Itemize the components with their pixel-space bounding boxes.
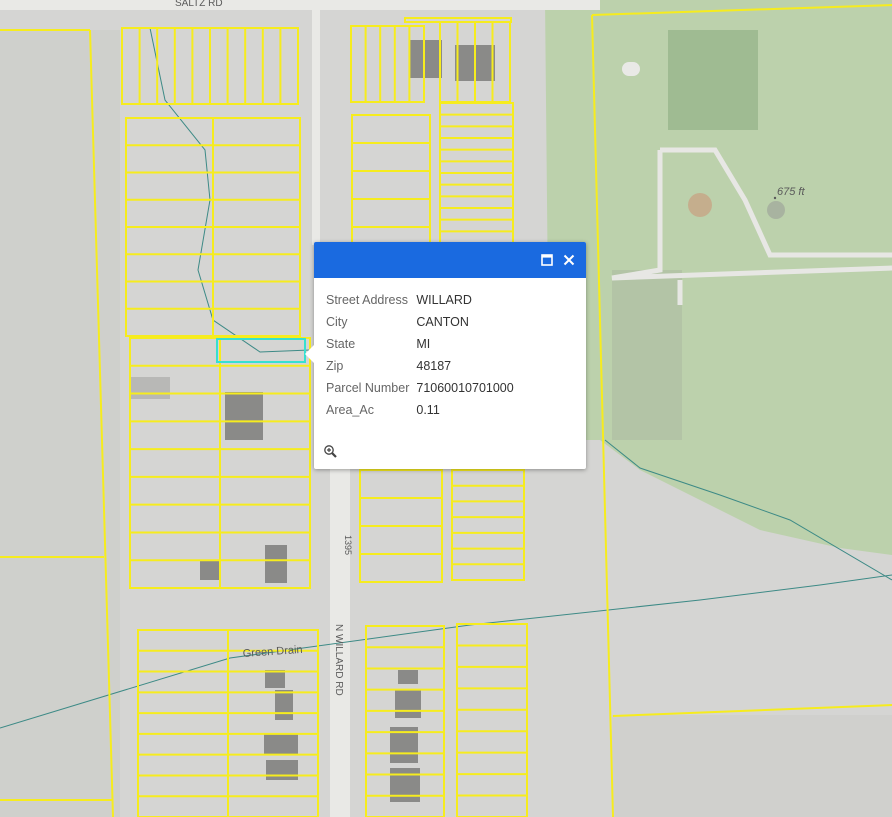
attribute-label: State: [326, 337, 356, 351]
attribute-value: 0.11: [416, 403, 440, 417]
attribute-label: Zip: [326, 359, 344, 373]
popup-header: [314, 242, 586, 278]
attribute-row: Parcel Number 71060010701000: [326, 377, 514, 399]
attribute-row: Street Address WILLARD: [326, 289, 514, 311]
saltz-rd-label: SALTZ RD: [175, 0, 223, 9]
popup-pointer: [305, 345, 314, 363]
maximize-icon[interactable]: [538, 251, 556, 269]
close-icon[interactable]: [560, 251, 578, 269]
attribute-value: CANTON: [416, 315, 469, 329]
house-number-label: 1395: [343, 535, 353, 555]
attribute-row: Zip 48187: [326, 355, 514, 377]
attribute-label: City: [326, 315, 348, 329]
attribute-table: Street Address WILLARD City CANTON State MI Zi…: [326, 289, 514, 421]
parcel-popup: Street Address WILLARD City CANTON State MI Zi…: [305, 242, 586, 469]
attribute-row: City CANTON: [326, 311, 514, 333]
field-south: [612, 715, 892, 817]
attribute-label: Area_Ac: [326, 403, 374, 417]
elevation-point: [773, 196, 777, 200]
zoom-in-icon[interactable]: [323, 444, 339, 460]
attribute-value: MI: [416, 337, 431, 351]
elevation-label: 675 ft: [777, 186, 805, 198]
attribute-row: State MI: [326, 333, 514, 355]
n-willard-rd-label: N WILLARD RD: [333, 624, 344, 696]
attribute-value: 48187: [416, 359, 452, 373]
attribute-value: 71060010701000: [416, 381, 514, 395]
parking-lot: [612, 270, 682, 440]
attribute-row: Area_Ac 0.11: [326, 399, 514, 421]
tennis-courts: [668, 30, 758, 130]
attribute-value: WILLARD: [416, 293, 472, 307]
attribute-label: Street Address: [326, 293, 408, 307]
attribute-label: Parcel Number: [326, 381, 410, 395]
